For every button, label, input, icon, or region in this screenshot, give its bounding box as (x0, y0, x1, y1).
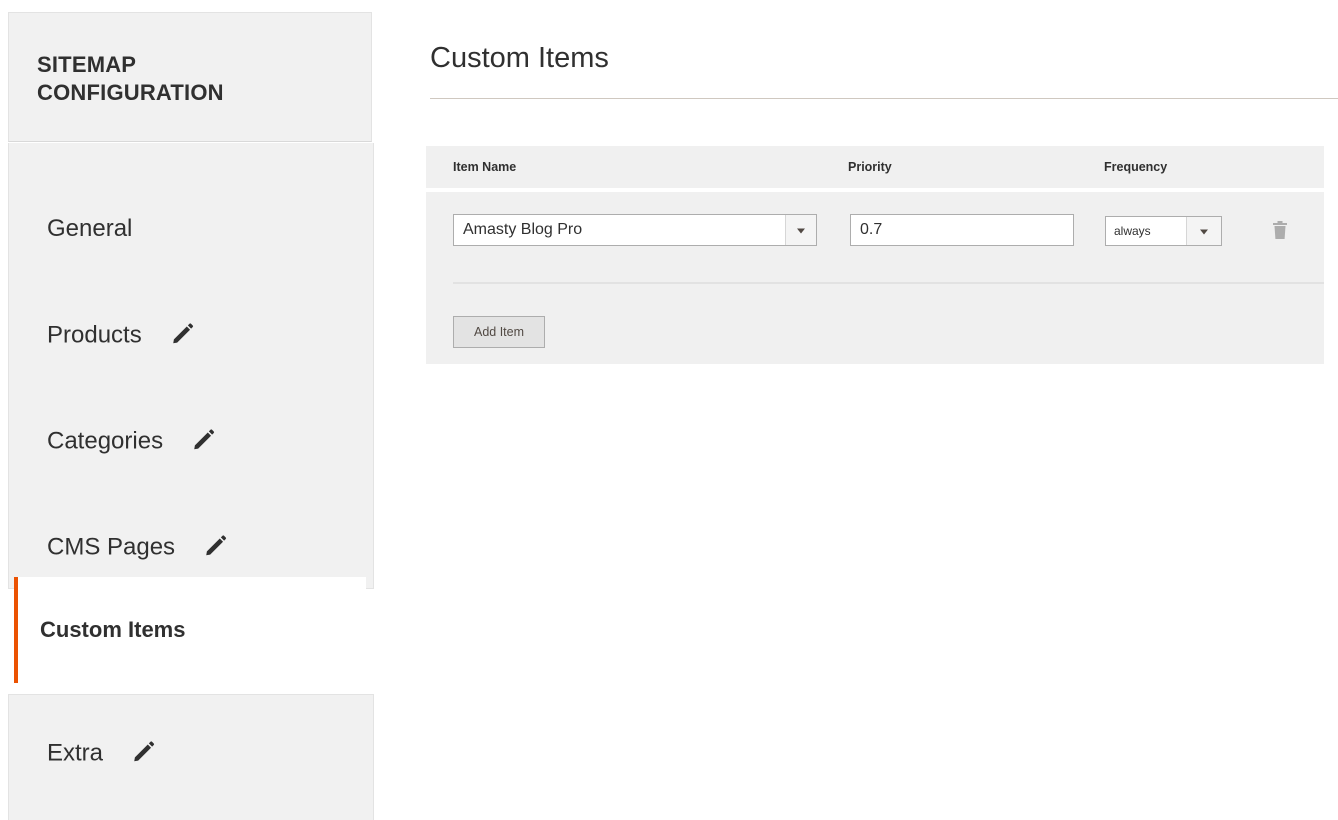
sidebar-item-label: CMS Pages (47, 533, 176, 561)
sidebar-item-label: Products (47, 321, 142, 349)
sidebar-title-box: SITEMAP CONFIGURATION (8, 12, 372, 142)
column-header-item-name: Item Name (453, 160, 517, 174)
sidebar-item-extra[interactable]: Extra (9, 713, 373, 793)
pencil-icon (134, 741, 155, 762)
chevron-down-icon (797, 228, 805, 234)
sidebar-item-label-wrap: Products (47, 321, 196, 350)
sidebar-item-general[interactable]: General (9, 189, 373, 269)
sidebar-item-categories[interactable]: Categories (9, 401, 373, 481)
sidebar: SITEMAP CONFIGURATION General Products C… (8, 12, 374, 820)
sidebar-item-label-wrap: CMS Pages (47, 533, 229, 562)
sidebar-group: General Products Categories CMS Pages (8, 143, 374, 589)
custom-items-grid: Item Name Priority Frequency Amasty Blog… (426, 146, 1324, 364)
frequency-value: always (1114, 224, 1151, 238)
sidebar-item-label-wrap: Categories (47, 427, 217, 456)
pencil-icon (206, 535, 227, 556)
sidebar-item-cms-pages[interactable]: CMS Pages (9, 507, 373, 587)
add-item-button[interactable]: Add Item (453, 316, 545, 348)
sitemap-config-page: SITEMAP CONFIGURATION General Products C… (0, 0, 1338, 820)
item-name-value: Amasty Blog Pro (463, 221, 583, 238)
column-header-priority: Priority (848, 160, 892, 174)
sidebar-item-label: Extra (47, 739, 104, 767)
sidebar-item-label-wrap: Extra (47, 739, 157, 768)
page-title: Custom Items (430, 42, 609, 74)
sidebar-group: Extra (8, 694, 374, 820)
pencil-icon (194, 429, 215, 450)
priority-input[interactable] (850, 214, 1074, 246)
chevron-down-icon (1200, 229, 1208, 235)
frequency-select[interactable]: always (1105, 216, 1222, 246)
item-name-select[interactable]: Amasty Blog Pro (453, 214, 817, 246)
sidebar-item-label: Custom Items (40, 617, 186, 642)
row-divider (453, 282, 1324, 284)
trash-icon[interactable] (1272, 220, 1288, 240)
pencil-icon (172, 323, 193, 344)
sidebar-item-label: Categories (47, 427, 164, 455)
grid-header: Item Name Priority Frequency (426, 146, 1324, 192)
sidebar-item-label: General (47, 215, 133, 242)
sidebar-title: SITEMAP CONFIGURATION (37, 52, 224, 105)
table-row: Amasty Blog Pro always (426, 192, 1324, 284)
title-divider (430, 98, 1338, 99)
sidebar-item-custom-items[interactable]: Custom Items (14, 577, 366, 683)
column-header-frequency: Frequency (1104, 160, 1168, 174)
sidebar-item-products[interactable]: Products (9, 295, 373, 375)
frequency-dropdown-toggle[interactable] (1186, 217, 1221, 245)
item-name-dropdown-toggle[interactable] (785, 215, 816, 245)
